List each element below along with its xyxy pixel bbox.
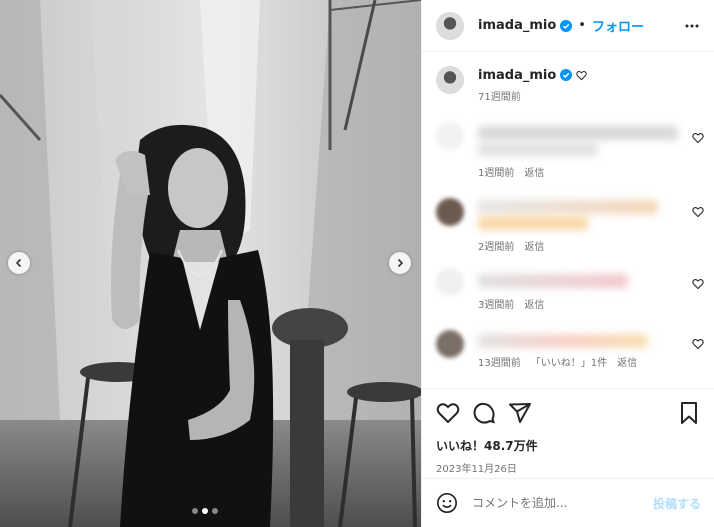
bookmark-icon[interactable] bbox=[677, 401, 701, 425]
comment-timestamp: 2週間前 bbox=[478, 242, 515, 253]
photo-scene bbox=[0, 0, 421, 527]
comment-item: 1週間前 返信 bbox=[436, 122, 704, 179]
post-comment-button[interactable]: 投稿する bbox=[653, 495, 701, 512]
post-actions: いいね！48.7万件 2023年11月26日 bbox=[422, 388, 714, 475]
comment-meta: 3週間前 返信 bbox=[478, 296, 544, 311]
verified-badge-icon bbox=[560, 69, 573, 81]
comment-likes-count[interactable]: 「いいね！」1件 bbox=[531, 354, 607, 369]
more-options-icon[interactable] bbox=[684, 18, 700, 34]
heart-icon[interactable] bbox=[692, 206, 704, 218]
caption-username[interactable]: imada_mio bbox=[478, 68, 556, 83]
caption-timestamp: 71週間前 bbox=[478, 92, 521, 103]
carousel-dot[interactable] bbox=[212, 508, 218, 514]
reply-button[interactable]: 返信 bbox=[524, 164, 544, 179]
blurred-comment-text bbox=[478, 216, 588, 230]
comment-item: 13週間前 「いいね！」1件 返信 bbox=[436, 330, 704, 374]
reply-button[interactable]: 返信 bbox=[617, 354, 637, 369]
heart-icon[interactable] bbox=[436, 401, 460, 425]
post-header: imada_mio • フォロー bbox=[422, 0, 714, 52]
comment-timestamp: 13週間前 bbox=[478, 358, 521, 369]
emoji-icon[interactable] bbox=[436, 492, 458, 514]
chevron-right-icon bbox=[397, 258, 404, 268]
comment-meta: 2週間前 返信 bbox=[478, 238, 544, 253]
avatar[interactable] bbox=[436, 268, 464, 296]
comment-meta: 13週間前 「いいね！」1件 返信 bbox=[478, 354, 637, 369]
avatar[interactable] bbox=[436, 198, 464, 226]
caption: imada_mio 71週間前 bbox=[436, 66, 588, 103]
blurred-comment-text bbox=[478, 200, 658, 214]
action-icons bbox=[436, 401, 701, 425]
share-icon[interactable] bbox=[508, 401, 532, 425]
likes-count[interactable]: いいね！48.7万件 bbox=[436, 437, 701, 454]
comment-timestamp: 3週間前 bbox=[478, 300, 515, 311]
blurred-comment-text bbox=[478, 334, 648, 348]
comment-item: 2週間前 返信 bbox=[436, 196, 704, 253]
carousel-dot-active[interactable] bbox=[202, 508, 208, 514]
carousel-next-button[interactable] bbox=[389, 252, 411, 274]
comment-input[interactable] bbox=[472, 496, 653, 510]
comment-icon[interactable] bbox=[472, 401, 496, 425]
comment-meta: 1週間前 返信 bbox=[478, 164, 544, 179]
post-side-panel: imada_mio • フォロー imada_mio 71週間前 1週間前 返信… bbox=[421, 0, 714, 527]
comment-timestamp: 1週間前 bbox=[478, 168, 515, 179]
carousel-dot[interactable] bbox=[192, 508, 198, 514]
username-link[interactable]: imada_mio bbox=[478, 18, 556, 33]
heart-icon[interactable] bbox=[692, 278, 704, 290]
avatar[interactable] bbox=[436, 122, 464, 150]
follow-button[interactable]: フォロー bbox=[592, 16, 644, 35]
blurred-comment-text bbox=[478, 274, 628, 288]
post-date: 2023年11月26日 bbox=[436, 464, 517, 475]
heart-icon[interactable] bbox=[576, 70, 588, 81]
carousel-prev-button[interactable] bbox=[8, 252, 30, 274]
avatar[interactable] bbox=[436, 11, 464, 40]
separator-dot: • bbox=[578, 18, 586, 33]
carousel-indicator bbox=[192, 508, 218, 514]
chevron-left-icon bbox=[15, 258, 22, 268]
comment-bar: 投稿する bbox=[422, 478, 714, 527]
post-photo bbox=[0, 0, 421, 527]
avatar[interactable] bbox=[436, 66, 464, 94]
reply-button[interactable]: 返信 bbox=[524, 238, 544, 253]
verified-badge-icon bbox=[560, 19, 573, 32]
reply-button[interactable]: 返信 bbox=[524, 296, 544, 311]
heart-icon[interactable] bbox=[692, 132, 704, 144]
avatar[interactable] bbox=[436, 330, 464, 358]
blurred-comment-text bbox=[478, 142, 598, 156]
comment-item: 3週間前 返信 bbox=[436, 268, 704, 312]
heart-icon[interactable] bbox=[692, 338, 704, 350]
blurred-comment-text bbox=[478, 126, 678, 140]
